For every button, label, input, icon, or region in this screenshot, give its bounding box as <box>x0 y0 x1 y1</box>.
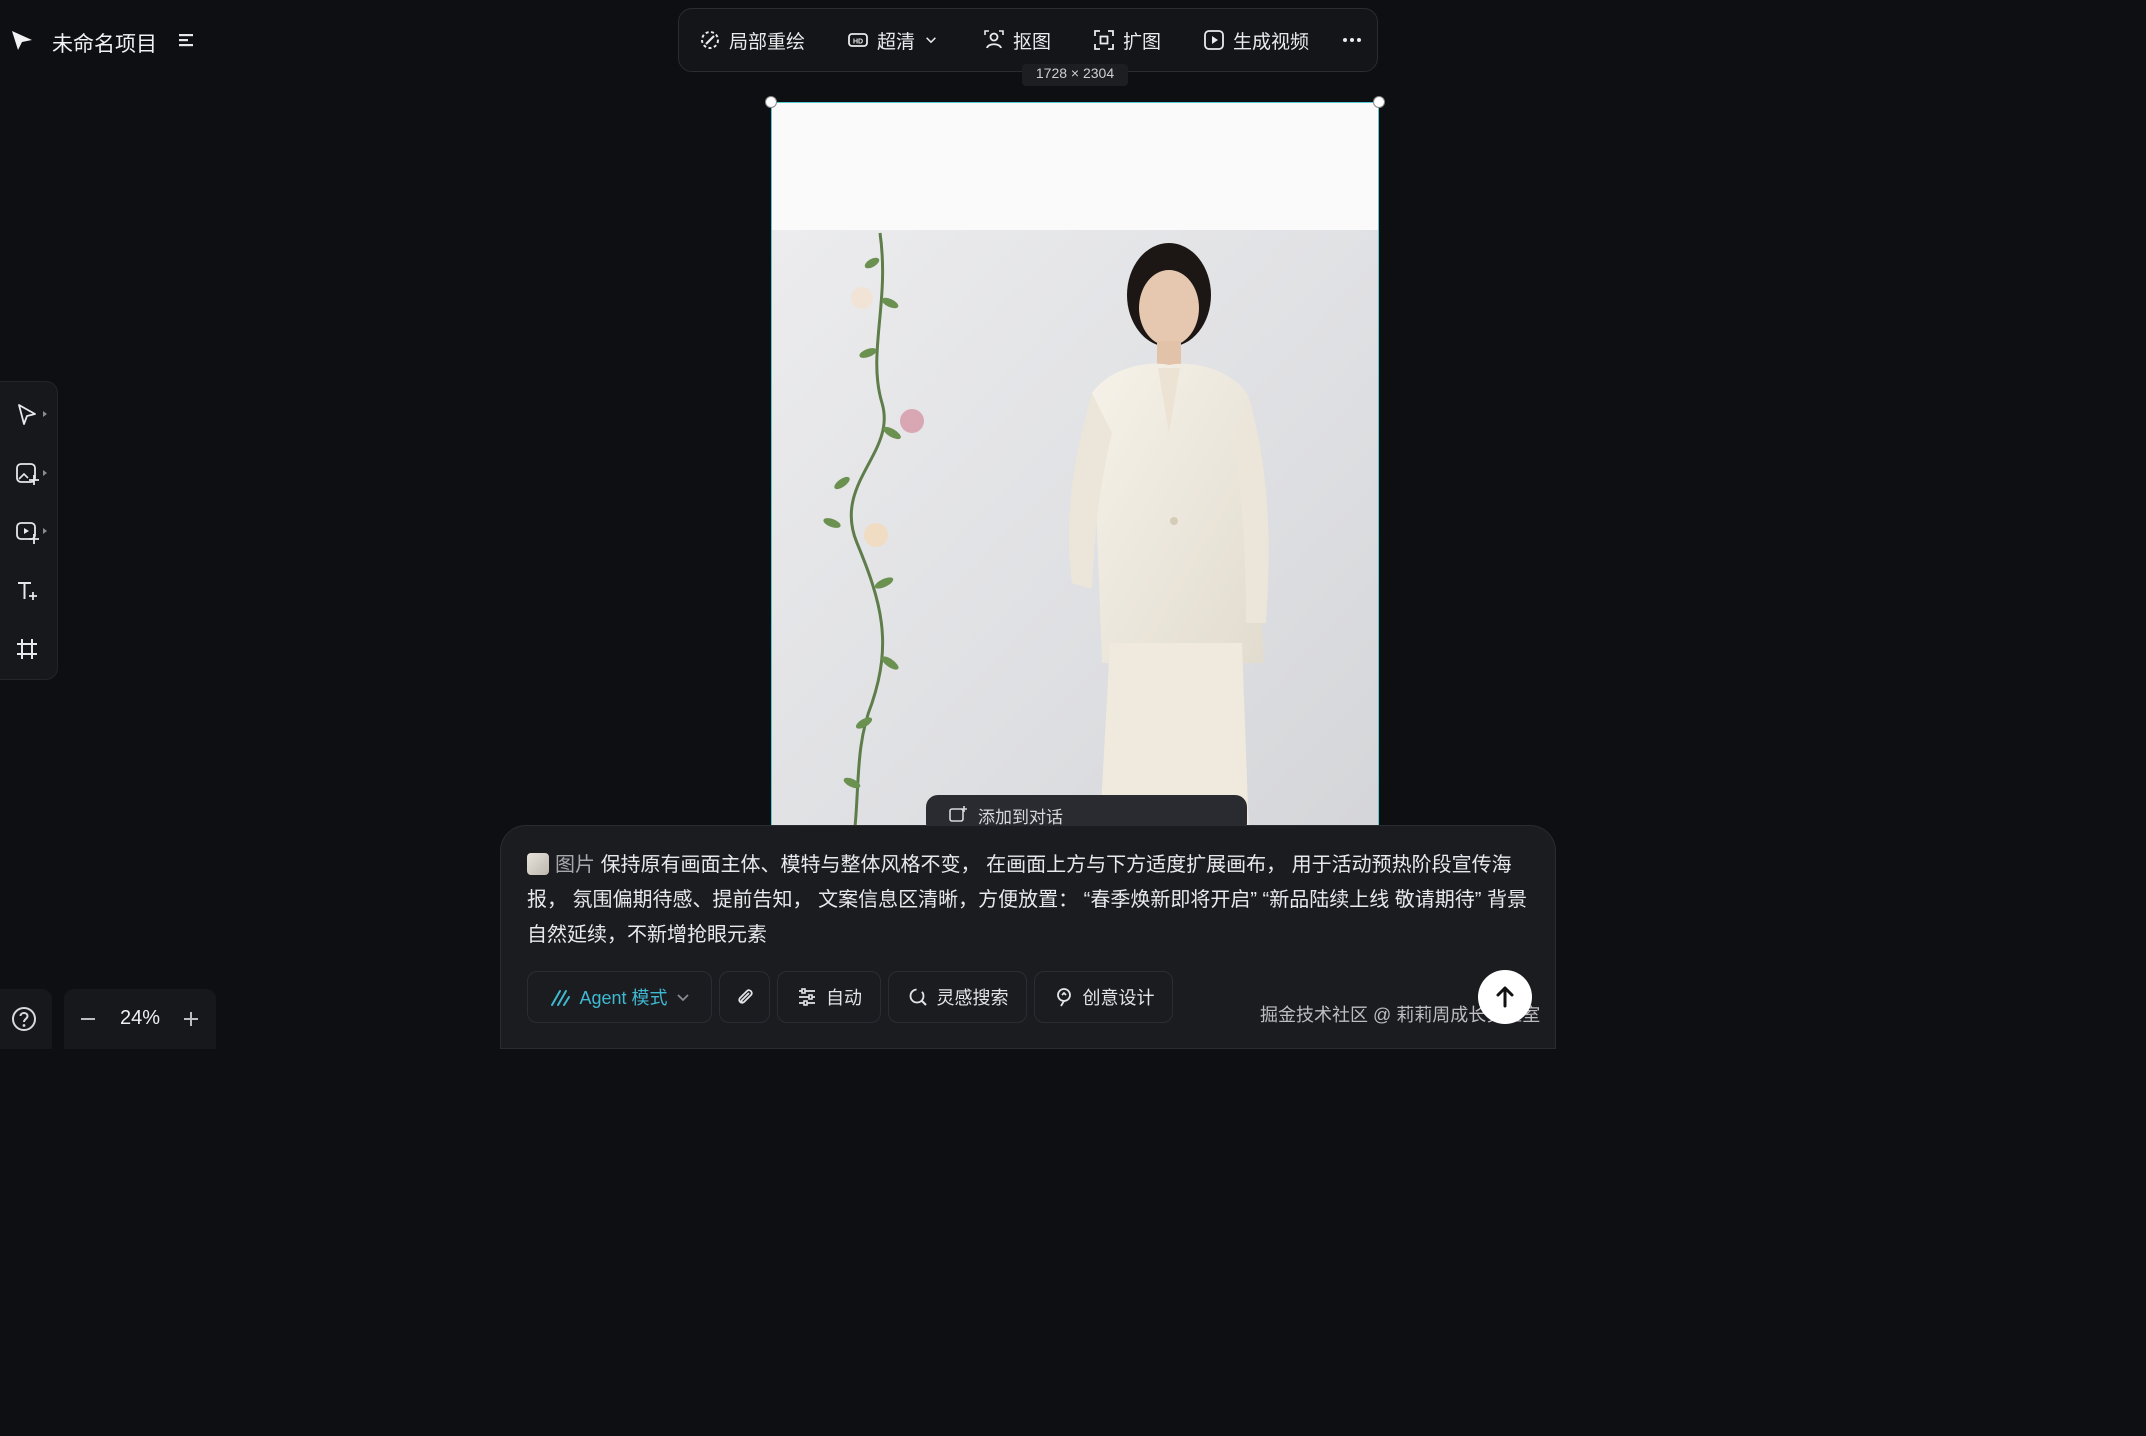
app-logo-icon[interactable] <box>10 28 34 52</box>
video-play-icon <box>1204 30 1224 50</box>
add-video-caret-icon[interactable] <box>43 528 47 534</box>
image-dimensions-label: 1728 × 2304 <box>1022 64 1128 86</box>
chevron-down-icon <box>676 994 689 1002</box>
cutout-icon <box>984 30 1004 49</box>
add-image-tool-icon[interactable] <box>14 461 40 487</box>
resize-handle-top-left[interactable] <box>765 96 777 108</box>
resize-handle-top-right[interactable] <box>1373 96 1385 108</box>
hd-dropdown[interactable]: HD 超清 <box>847 27 939 54</box>
inpaint-label: 局部重绘 <box>729 31 806 53</box>
cutout-label: 抠图 <box>1013 31 1052 53</box>
select-tool-icon[interactable] <box>14 402 40 428</box>
expand-button[interactable]: 扩图 <box>1093 27 1161 54</box>
hd-label: 超清 <box>877 31 916 53</box>
paperclip-icon <box>737 989 753 1004</box>
help-button[interactable] <box>0 989 52 1049</box>
hd-icon: HD <box>848 33 868 47</box>
generate-video-label: 生成视频 <box>1233 31 1310 53</box>
svg-text:HD: HD <box>853 39 863 46</box>
inspiration-search-label: 灵感搜索 <box>936 988 1009 1008</box>
add-image-caret-icon[interactable] <box>43 470 47 476</box>
sliders-icon <box>799 988 815 1006</box>
fashion-photo <box>772 103 1378 861</box>
search-icon <box>909 988 927 1006</box>
generate-video-button[interactable]: 生成视频 <box>1203 27 1309 54</box>
auto-button[interactable]: 自动 <box>777 971 881 1023</box>
creative-design-label: 创意设计 <box>1082 988 1155 1008</box>
more-icon <box>1343 38 1361 42</box>
prompt-input[interactable]: 图片 保持原有画面主体、模特与整体风格不变， 在画面上方与下方适度扩展画布， 用… <box>527 848 1527 953</box>
zoom-level: 24% <box>119 1007 161 1029</box>
frame-tool-icon[interactable] <box>14 636 40 662</box>
expand-icon <box>1094 30 1114 50</box>
zoom-control: 24% <box>64 989 216 1049</box>
creative-design-button[interactable]: 创意设计 <box>1034 971 1173 1023</box>
zoom-in-icon[interactable] <box>181 1009 201 1029</box>
expand-label: 扩图 <box>1123 31 1162 53</box>
left-toolbar <box>0 381 58 680</box>
image-chip-label[interactable]: 图片 <box>555 854 595 876</box>
image-toolbar: 局部重绘 HD 超清 抠图 扩图 生成视频 <box>678 8 1378 72</box>
image-chip-thumbnail <box>527 853 549 875</box>
chevron-down-icon <box>926 37 936 44</box>
select-tool-caret-icon[interactable] <box>43 411 47 417</box>
arrow-up-icon <box>1496 986 1514 1008</box>
menu-icon[interactable] <box>178 32 196 48</box>
inpaint-button[interactable]: 局部重绘 <box>699 27 805 54</box>
canvas-image[interactable] <box>771 102 1379 862</box>
help-icon <box>12 1007 36 1031</box>
inspiration-search-button[interactable]: 灵感搜索 <box>888 971 1027 1023</box>
prompt-text: 保持原有画面主体、模特与整体风格不变， 在画面上方与下方适度扩展画布， 用于活动… <box>527 854 1527 946</box>
send-button[interactable] <box>1478 970 1532 1024</box>
attach-button[interactable] <box>719 971 770 1023</box>
more-button[interactable] <box>1341 29 1363 51</box>
add-to-chat-label: 添加到对话 <box>978 807 1063 827</box>
agent-mode-dropdown[interactable]: Agent 模式 <box>527 971 712 1023</box>
zoom-out-icon[interactable] <box>78 1009 98 1029</box>
cutout-button[interactable]: 抠图 <box>983 27 1051 54</box>
add-chat-icon <box>949 806 967 822</box>
add-video-tool-icon[interactable] <box>14 519 40 545</box>
auto-label: 自动 <box>826 988 862 1008</box>
creative-design-icon <box>1056 988 1071 1007</box>
text-tool-icon[interactable] <box>14 578 40 604</box>
inpaint-icon <box>701 31 719 49</box>
agent-icon <box>551 990 571 1006</box>
agent-mode-label: Agent 模式 <box>579 988 668 1008</box>
project-title[interactable]: 未命名项目 <box>52 28 157 58</box>
